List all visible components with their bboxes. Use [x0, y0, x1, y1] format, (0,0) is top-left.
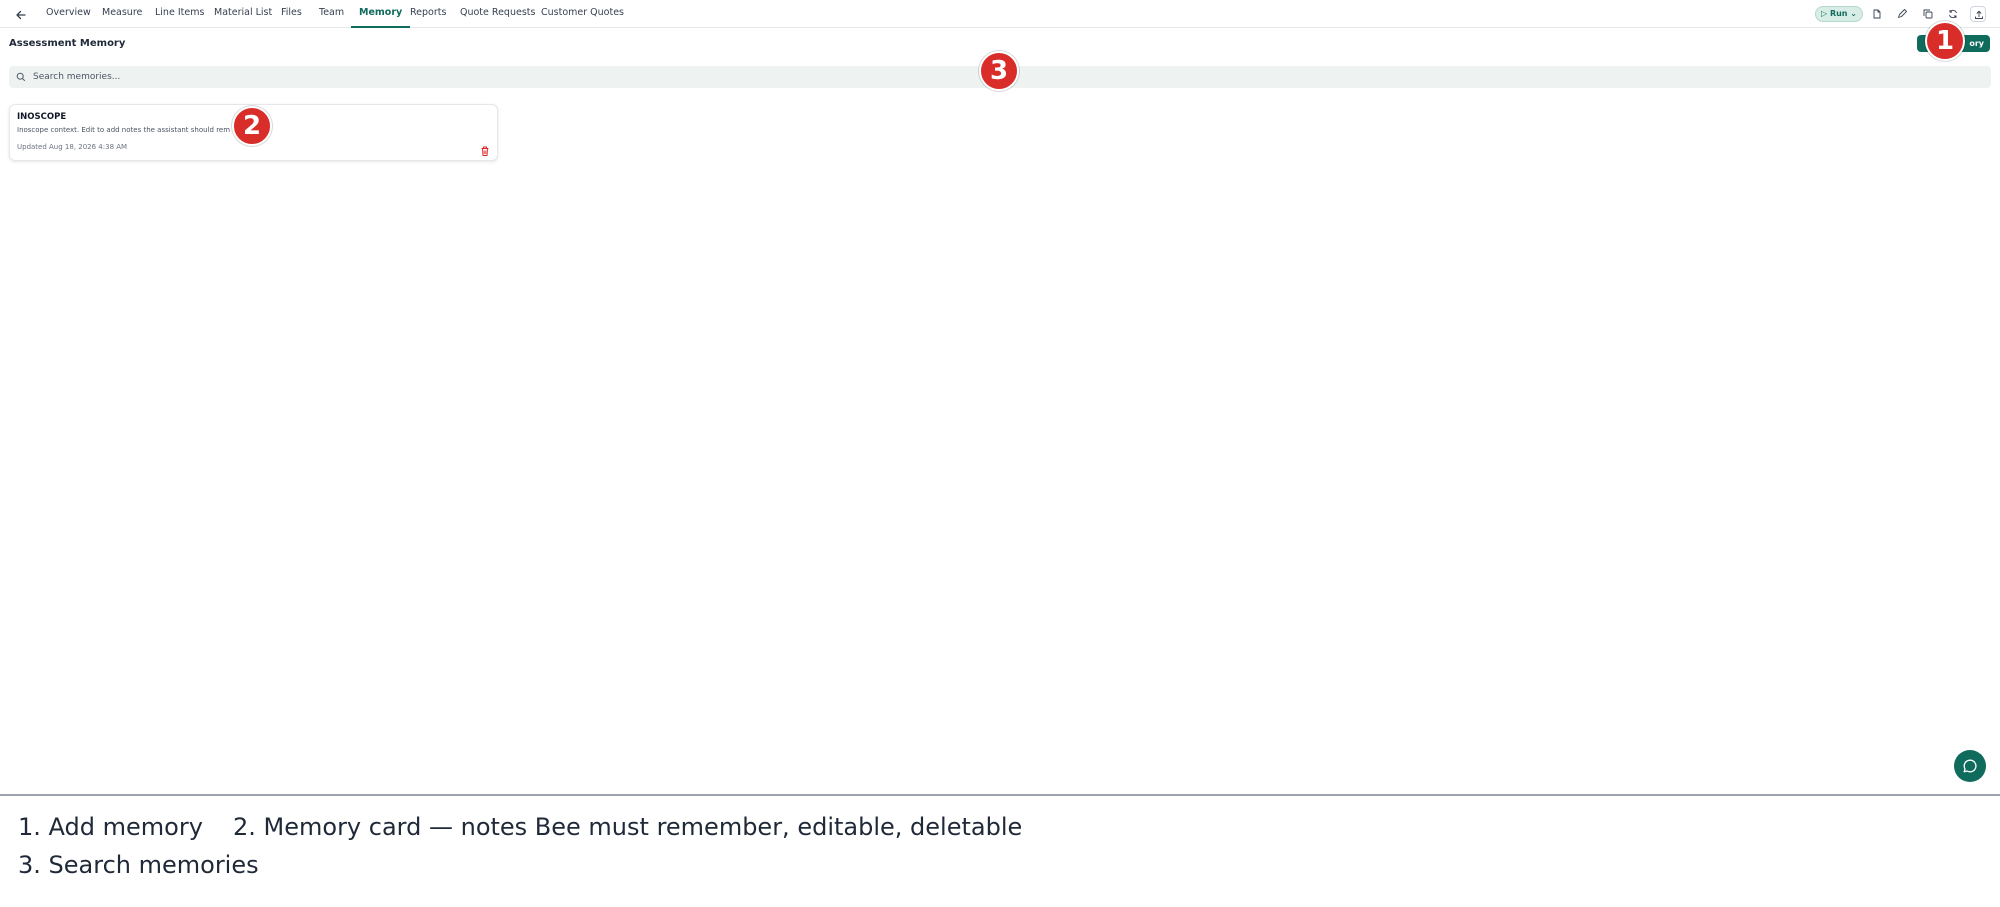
chat-button[interactable] [1954, 750, 1986, 782]
play-icon: ▷ [1820, 9, 1828, 18]
memory-title: INOSCOPE [17, 112, 67, 122]
tab-customer-quotes[interactable]: Customer Quotes [541, 0, 624, 28]
tab-overview[interactable]: Overview [46, 0, 91, 28]
memory-updated-timestamp: Updated Aug 18, 2026 4:38 AM [17, 143, 128, 151]
caption-add-memory: 1. Add memory [18, 813, 203, 841]
tab-quote-requests[interactable]: Quote Requests [460, 0, 535, 28]
pencil-icon[interactable] [1894, 6, 1910, 22]
refresh-icon[interactable] [1945, 6, 1961, 22]
run-button[interactable]: ▷ Run ⌄ [1815, 6, 1863, 22]
page-title: Assessment Memory [9, 38, 126, 49]
caption-legend: 1. Add memory 2. Memory card — notes Bee… [0, 796, 2000, 907]
memory-body: Inoscope context. Edit to add notes the … [17, 126, 231, 134]
tab-measure[interactable]: Measure [102, 0, 142, 28]
upload-icon[interactable] [1970, 6, 1986, 22]
run-label: Run [1829, 9, 1848, 18]
trash-icon[interactable] [479, 142, 491, 156]
tab-reports[interactable]: Reports [410, 0, 446, 28]
top-nav: Overview Measure Line Items Material Lis… [0, 0, 2000, 28]
annotation-marker-3: 3 [979, 51, 1019, 91]
tab-files[interactable]: Files [281, 0, 302, 28]
back-arrow-icon[interactable] [14, 7, 28, 21]
chevron-down-icon: ⌄ [1850, 9, 1857, 18]
tab-line-items[interactable]: Line Items [155, 0, 204, 28]
caption-search-memories: 3. Search memories [18, 851, 259, 879]
chat-bubble-icon [1963, 759, 1977, 773]
document-icon[interactable] [1869, 6, 1885, 22]
tab-memory[interactable]: Memory [351, 0, 411, 28]
caption-memory-card: 2. Memory card — notes Bee must remember… [233, 813, 1023, 841]
tab-material-list[interactable]: Material List [214, 0, 272, 28]
tab-team[interactable]: Team [319, 0, 344, 28]
annotation-marker-1: 1 [1925, 21, 1965, 61]
copy-icon[interactable] [1920, 6, 1936, 22]
annotation-marker-2: 2 [232, 106, 272, 146]
search-icon [16, 72, 26, 82]
